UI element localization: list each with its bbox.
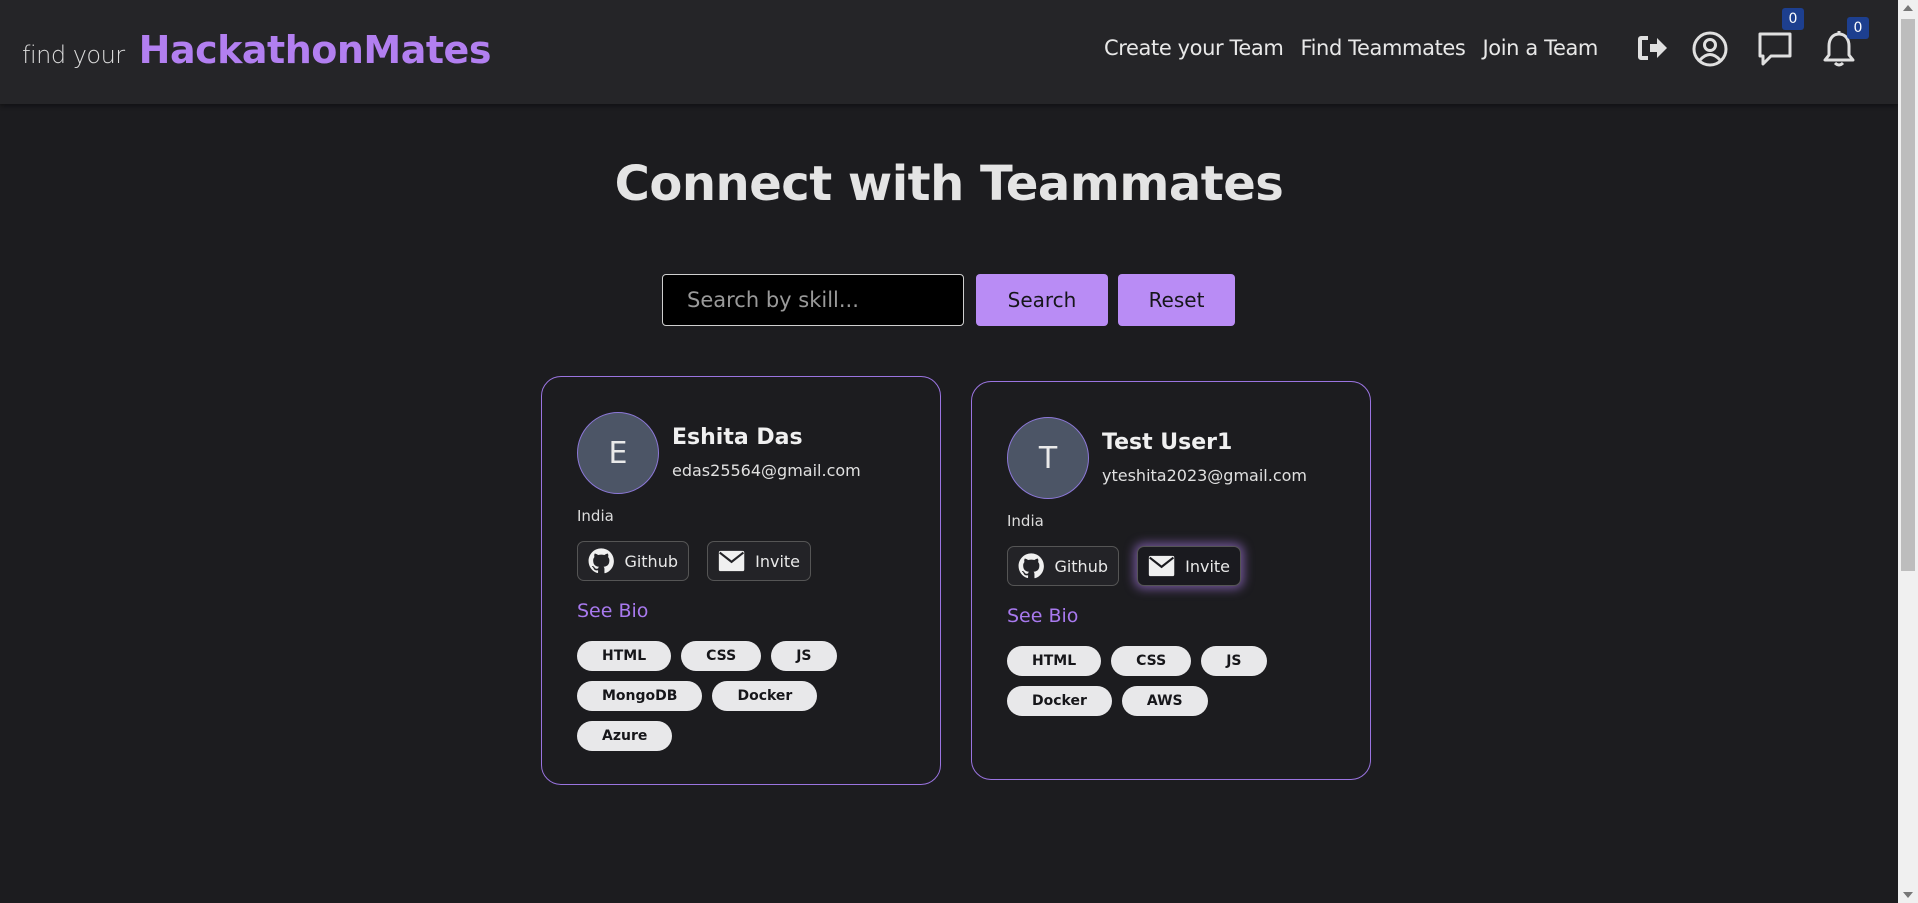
user-circle-icon[interactable] <box>1692 31 1728 67</box>
notifications-count-badge: 0 <box>1847 17 1869 39</box>
user-card: T Test User1 yteshita2023@gmail.com Indi… <box>971 381 1371 780</box>
see-bio-link[interactable]: See Bio <box>577 600 648 622</box>
skills-list: HTML CSS JS MongoDB Docker Azure <box>577 641 907 761</box>
nav-links: Create your Team Find Teammates Join a T… <box>1104 36 1615 60</box>
skill-chip: MongoDB <box>577 681 703 711</box>
nav-find-teammates-link[interactable]: Find Teammates <box>1300 36 1465 60</box>
navbar: find your HackathonMates Create your Tea… <box>0 0 1898 104</box>
nav-join-team-link[interactable]: Join a Team <box>1482 36 1598 60</box>
chat-icon[interactable] <box>1757 30 1793 68</box>
github-button-label: Github <box>624 551 678 571</box>
skill-chip: Azure <box>577 721 673 751</box>
scroll-up-arrow-icon[interactable] <box>1903 5 1913 11</box>
user-name: Eshita Das <box>672 425 803 450</box>
invite-button-label: Invite <box>755 551 800 571</box>
search-button[interactable]: Search <box>976 274 1108 326</box>
reset-button[interactable]: Reset <box>1118 274 1235 326</box>
skill-chip: CSS <box>1111 646 1192 676</box>
invite-button-label: Invite <box>1185 556 1230 576</box>
messages-count-badge: 0 <box>1782 8 1804 30</box>
skill-chip: Docker <box>1007 686 1112 716</box>
github-icon <box>588 548 614 574</box>
skill-chip: HTML <box>577 641 672 671</box>
skills-list: HTML CSS JS Docker AWS <box>1007 646 1337 726</box>
github-button[interactable]: Github <box>577 541 689 581</box>
user-name: Test User1 <box>1102 430 1233 455</box>
user-email: yteshita2023@gmail.com <box>1102 466 1307 485</box>
brand-logo[interactable]: find your HackathonMates <box>22 28 491 72</box>
see-bio-link[interactable]: See Bio <box>1007 605 1078 627</box>
scroll-down-arrow-icon[interactable] <box>1903 892 1913 898</box>
envelope-icon <box>1148 555 1175 577</box>
github-button-label: Github <box>1054 556 1108 576</box>
skill-chip: CSS <box>681 641 762 671</box>
brand-prefix: find your <box>22 41 125 69</box>
skill-chip: HTML <box>1007 646 1102 676</box>
envelope-icon <box>718 550 745 572</box>
skill-chip: AWS <box>1121 686 1208 716</box>
scrollbar-thumb[interactable] <box>1901 19 1915 571</box>
avatar: E <box>577 412 659 494</box>
user-country: India <box>577 507 614 525</box>
user-email: edas25564@gmail.com <box>672 461 861 480</box>
user-card: E Eshita Das edas25564@gmail.com India G… <box>541 376 941 785</box>
invite-button[interactable]: Invite <box>707 541 811 581</box>
github-button[interactable]: Github <box>1007 546 1119 586</box>
skill-chip: JS <box>771 641 837 671</box>
page-title: Connect with Teammates <box>614 156 1284 212</box>
page-scrollbar[interactable] <box>1898 0 1918 903</box>
invite-button[interactable]: Invite <box>1137 546 1241 586</box>
avatar: T <box>1007 417 1089 499</box>
skill-chip: Docker <box>712 681 818 711</box>
brand-name: HackathonMates <box>138 28 492 72</box>
logout-icon[interactable] <box>1636 32 1668 64</box>
github-icon <box>1018 553 1044 579</box>
skill-search-input[interactable] <box>662 274 964 326</box>
nav-create-team-link[interactable]: Create your Team <box>1104 36 1284 60</box>
user-country: India <box>1007 512 1044 530</box>
skill-chip: JS <box>1201 646 1267 676</box>
